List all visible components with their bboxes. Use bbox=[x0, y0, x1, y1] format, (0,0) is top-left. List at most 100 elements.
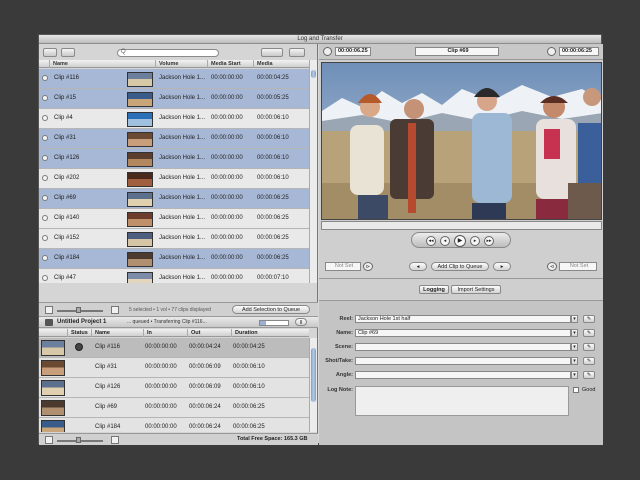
clip-status-icon[interactable] bbox=[42, 255, 48, 261]
clip-row[interactable]: Clip #140 Jackson Hole 1... 00:00:00:00 00:… bbox=[39, 209, 309, 229]
reel-edit-icon[interactable]: ✎ bbox=[583, 315, 595, 323]
queue-row[interactable]: Clip #126 00:00:00:00 00:00:06:09 00:00:06:… bbox=[39, 378, 309, 398]
eject-button[interactable] bbox=[61, 48, 75, 57]
clip-status-icon[interactable] bbox=[42, 75, 48, 81]
clip-status-icon[interactable] bbox=[42, 135, 48, 141]
clip-thumbnail[interactable] bbox=[127, 112, 153, 127]
current-timecode[interactable]: 00:00:06.25 bbox=[335, 47, 371, 56]
clip-thumbnail[interactable] bbox=[127, 212, 153, 227]
project-name[interactable]: Untitled Project 1 bbox=[57, 319, 106, 325]
name-field[interactable]: Clip #69 bbox=[355, 329, 571, 337]
good-checkbox[interactable] bbox=[573, 387, 579, 393]
queue-row[interactable]: Clip #184 00:00:00:00 00:00:06:24 00:00:06:… bbox=[39, 418, 309, 432]
prev-clip-button[interactable]: ◂◂ bbox=[426, 236, 436, 246]
duration-timecode[interactable]: 00:00:06:25 bbox=[559, 47, 599, 56]
col-name[interactable]: Name bbox=[49, 60, 127, 68]
queue-row[interactable]: Clip #31 00:00:00:00 00:00:06:09 00:00:06:1… bbox=[39, 358, 309, 378]
large-thumb-icon[interactable] bbox=[111, 306, 119, 314]
mark-out-button[interactable]: ⊲ bbox=[547, 262, 557, 271]
col-status[interactable]: Status bbox=[67, 329, 91, 337]
tab-logging[interactable]: Logging bbox=[419, 285, 449, 294]
col-media[interactable]: Media bbox=[253, 60, 309, 68]
clip-thumbnail[interactable] bbox=[127, 252, 153, 267]
clip-row[interactable]: Clip #202 Jackson Hole 1... 00:00:00:00 00:… bbox=[39, 169, 309, 189]
import-folder-button[interactable] bbox=[43, 48, 57, 57]
col-volume[interactable]: Volume bbox=[155, 60, 209, 68]
view-toggle-button[interactable] bbox=[261, 48, 283, 57]
scrubber-bar[interactable] bbox=[321, 221, 602, 230]
lognote-field[interactable] bbox=[355, 386, 569, 416]
small-thumb-icon[interactable] bbox=[45, 306, 53, 314]
clip-row[interactable]: Clip #31 Jackson Hole 1... 00:00:00:00 00:0… bbox=[39, 129, 309, 149]
clip-status-icon[interactable] bbox=[42, 235, 48, 241]
search-input[interactable]: Q bbox=[117, 49, 219, 57]
previous-button[interactable]: ◂ bbox=[409, 262, 427, 271]
shot-edit-icon[interactable]: ✎ bbox=[583, 357, 595, 365]
shot-dropdown-icon[interactable]: ▾ bbox=[571, 357, 578, 365]
clip-thumbnail[interactable] bbox=[127, 232, 153, 247]
step-back-button[interactable]: ◂ bbox=[440, 236, 450, 246]
clip-thumbnail[interactable] bbox=[127, 152, 153, 167]
mark-out-field[interactable]: Not Set bbox=[559, 262, 597, 271]
scroll-thumb[interactable] bbox=[311, 70, 316, 78]
reel-dropdown-icon[interactable]: ▾ bbox=[571, 315, 578, 323]
queue-scroll-thumb[interactable] bbox=[311, 348, 316, 402]
angle-dropdown-icon[interactable]: ▾ bbox=[571, 371, 578, 379]
next-button[interactable]: ▸ bbox=[493, 262, 511, 271]
clip-row[interactable]: Clip #126 Jackson Hole 1... 00:00:00:00 00:… bbox=[39, 149, 309, 169]
clip-status-icon[interactable] bbox=[42, 155, 48, 161]
video-preview[interactable] bbox=[321, 62, 602, 220]
col-media-start[interactable]: Media Start bbox=[207, 60, 253, 68]
clip-row[interactable]: Clip #47 Jackson Hole 1... 00:00:00:00 00:0… bbox=[39, 269, 309, 283]
scene-field[interactable] bbox=[355, 343, 571, 351]
add-clip-button[interactable]: Add Clip to Queue bbox=[431, 262, 489, 271]
shot-field[interactable] bbox=[355, 357, 571, 365]
col-qname[interactable]: Name bbox=[91, 329, 143, 337]
jog-icon[interactable] bbox=[323, 47, 332, 56]
clip-status-icon[interactable] bbox=[42, 175, 48, 181]
col-in[interactable]: In bbox=[143, 329, 187, 337]
queue-thumb-knob[interactable] bbox=[76, 437, 81, 443]
queue-large-thumb-icon[interactable] bbox=[111, 436, 119, 444]
thumb-size-knob[interactable] bbox=[76, 307, 81, 313]
queue-row[interactable]: Clip #69 00:00:00:00 00:00:06:24 00:00:06:2… bbox=[39, 398, 309, 418]
scene-edit-icon[interactable]: ✎ bbox=[583, 343, 595, 351]
clip-thumbnail[interactable] bbox=[127, 92, 153, 107]
play-button[interactable]: ▶ bbox=[454, 235, 466, 247]
clip-thumbnail[interactable] bbox=[127, 72, 153, 87]
clip-status-icon[interactable] bbox=[42, 215, 48, 221]
clip-status-icon[interactable] bbox=[42, 195, 48, 201]
browse-scrollbar[interactable] bbox=[309, 60, 317, 283]
clip-status-icon[interactable] bbox=[42, 115, 48, 121]
pause-button[interactable]: ll bbox=[295, 318, 307, 326]
mark-in-field[interactable]: Not Set bbox=[325, 262, 361, 271]
name-dropdown-icon[interactable]: ▾ bbox=[571, 329, 578, 337]
clip-thumbnail[interactable] bbox=[127, 192, 153, 207]
clip-status-icon[interactable] bbox=[42, 95, 48, 101]
clip-thumbnail[interactable] bbox=[127, 272, 153, 283]
clip-row[interactable]: Clip #152 Jackson Hole 1... 00:00:00:00 00:… bbox=[39, 229, 309, 249]
queue-scrollbar[interactable] bbox=[309, 338, 317, 432]
clip-thumbnail[interactable] bbox=[127, 172, 153, 187]
clip-thumbnail[interactable] bbox=[127, 132, 153, 147]
clip-row[interactable]: Clip #184 Jackson Hole 1... 00:00:00:00 00:… bbox=[39, 249, 309, 269]
clip-row[interactable]: Clip #69 Jackson Hole 1... 00:00:00:00 00:0… bbox=[39, 189, 309, 209]
queue-row[interactable]: Clip #116 00:00:00:00 00:00:04:24 00:00:04:… bbox=[39, 338, 309, 358]
clip-row[interactable]: Clip #4 Jackson Hole 1... 00:00:00:00 00:00… bbox=[39, 109, 309, 129]
tab-import-settings[interactable]: Import Settings bbox=[451, 285, 501, 294]
col-out[interactable]: Out bbox=[187, 329, 231, 337]
step-forward-button[interactable]: ▸ bbox=[470, 236, 480, 246]
scene-dropdown-icon[interactable]: ▾ bbox=[571, 343, 578, 351]
clip-status-icon[interactable] bbox=[42, 275, 48, 281]
clip-row[interactable]: Clip #116 Jackson Hole 1... 00:00:00:00 00:… bbox=[39, 69, 309, 89]
angle-edit-icon[interactable]: ✎ bbox=[583, 371, 595, 379]
mark-in-button[interactable]: ⊳ bbox=[363, 262, 373, 271]
action-menu-icon[interactable] bbox=[289, 48, 305, 57]
queue-small-thumb-icon[interactable] bbox=[45, 436, 53, 444]
name-edit-icon[interactable]: ✎ bbox=[583, 329, 595, 337]
clip-row[interactable]: Clip #15 Jackson Hole 1... 00:00:00:00 00:0… bbox=[39, 89, 309, 109]
reel-field[interactable]: Jackson Hole 1st half bbox=[355, 315, 571, 323]
angle-field[interactable] bbox=[355, 371, 571, 379]
next-clip-button[interactable]: ▸▸ bbox=[484, 236, 494, 246]
add-selection-button[interactable]: Add Selection to Queue bbox=[232, 305, 310, 314]
